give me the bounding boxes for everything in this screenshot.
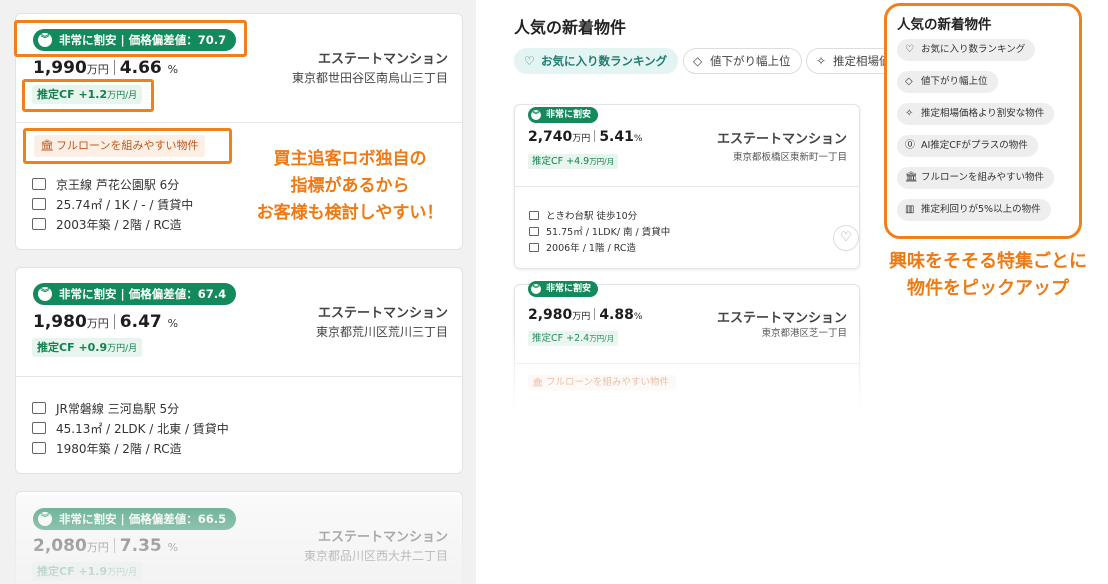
panel-title: 人気の新着物件 bbox=[514, 18, 627, 37]
price-yield: 2,080万円 7.35 % bbox=[33, 536, 179, 556]
price-yield: 2,980万円 4.88% bbox=[528, 307, 643, 323]
price-yield: 2,740万円 5.41% bbox=[528, 129, 643, 145]
building-icon bbox=[529, 243, 539, 252]
station-info: 京王線 芦花公園駅 6分 bbox=[32, 176, 179, 194]
estimated-cf: 推定CF +4.9万円/月 bbox=[528, 154, 619, 169]
tag-icon: ◇ bbox=[693, 54, 703, 68]
annotation-left: 買主追客ロボ独自の 指標があるから お客様も検討しやすい！ bbox=[256, 149, 444, 223]
building-info: 2006年 / 1階 / RC造 bbox=[529, 242, 636, 256]
heart-icon: ♡ bbox=[524, 54, 535, 68]
highlight-badge bbox=[14, 20, 247, 57]
discount-badge: ︾ 非常に割安 bbox=[528, 107, 599, 123]
price-deviation-badge: ︾ 非常に割安 | 価格偏差値：66.5 bbox=[33, 508, 237, 530]
train-icon bbox=[529, 211, 539, 220]
property-card[interactable]: ︾ 非常に割安 | 価格偏差値：67.4 1,980万円 6.47 % 推定CF … bbox=[15, 267, 463, 474]
floorplan-icon bbox=[529, 227, 539, 236]
property-card[interactable]: ︾ 非常に割安 2,980万円 4.88% 推定CF +2.4万円/月 エステートマ… bbox=[514, 281, 860, 424]
highlight-cf bbox=[22, 79, 154, 112]
highlight-loan bbox=[23, 128, 232, 164]
favorite-button[interactable]: ♡ bbox=[833, 225, 859, 251]
chevrons-down-icon: ︾ bbox=[38, 512, 52, 526]
property-name: エステートマンション bbox=[716, 311, 847, 326]
estimated-cf: 推定CF +0.9万円/月 bbox=[32, 338, 143, 357]
property-address: 東京都荒川区荒川三丁目 bbox=[315, 325, 448, 339]
layout-info: 51.75㎡ / 1LDK/ 南 / 賃貸中 bbox=[529, 226, 670, 240]
discount-badge: ︾ 非常に割安 bbox=[528, 281, 599, 297]
building-icon bbox=[32, 218, 46, 230]
property-name: エステートマンション bbox=[317, 52, 448, 67]
property-card[interactable]: ︾ 非常に割安 2,740万円 5.41% 推定CF +4.9万円/月 エステートマ… bbox=[514, 104, 860, 269]
property-name: エステートマンション bbox=[317, 530, 448, 545]
train-icon bbox=[32, 402, 46, 414]
property-name: エステートマンション bbox=[317, 306, 448, 321]
property-address: 東京都港区芝一丁目 bbox=[761, 328, 847, 339]
price-yield: 1,980万円 6.47 % bbox=[33, 312, 179, 332]
station-info: JR常磐線 三河島駅 5分 bbox=[32, 400, 179, 418]
chevrons-down-icon: ︾ bbox=[38, 287, 52, 301]
chip-price-drop[interactable]: ◇ 値下がり幅上位 bbox=[683, 48, 802, 74]
property-address: 東京都品川区西大井二丁目 bbox=[303, 549, 448, 563]
property-address: 東京都板橋区東新町一丁目 bbox=[732, 152, 847, 163]
property-card[interactable]: ︾ 非常に割安 | 価格偏差値：66.5 2,080万円 7.35 % 推定CF … bbox=[15, 491, 463, 584]
bank-icon: 🏛 bbox=[532, 378, 544, 388]
building-info: 2003年築 / 2階 / RC造 bbox=[32, 216, 182, 234]
building-info: 1980年築 / 2階 / RC造 bbox=[32, 440, 182, 458]
floorplan-icon bbox=[32, 422, 46, 434]
building-icon bbox=[32, 442, 46, 454]
chevrons-down-icon: ︾ bbox=[531, 110, 541, 120]
property-address: 東京都世田谷区南烏山三丁目 bbox=[291, 71, 448, 85]
floorplan-icon bbox=[32, 198, 46, 210]
estimated-cf: 推定CF +2.4万円/月 bbox=[528, 331, 619, 346]
highlight-collections bbox=[884, 3, 1082, 239]
price-deviation-badge: ︾ 非常に割安 | 価格偏差値：67.4 bbox=[33, 283, 237, 305]
chip-favorites-ranking[interactable]: ♡ お気に入り数ランキング bbox=[514, 48, 679, 74]
layout-info: 25.74㎡ / 1K / - / 賃貸中 bbox=[32, 196, 193, 214]
estimated-cf: 推定CF +1.9万円/月 bbox=[32, 562, 143, 581]
property-name: エステートマンション bbox=[716, 132, 847, 147]
price-yield: 1,990万円 4.66 % bbox=[33, 58, 179, 78]
sparkle-icon: ✧ bbox=[816, 54, 827, 68]
station-info: ときわ台駅 徒歩10分 bbox=[529, 210, 637, 224]
train-icon bbox=[32, 178, 46, 190]
chip-market-price[interactable]: ✧ 推定相場価 bbox=[806, 48, 886, 74]
chevrons-down-icon: ︾ bbox=[531, 284, 541, 294]
annotation-right: 興味をそそる特集ごとに 物件をピックアップ bbox=[889, 251, 1087, 299]
full-loan-tag: 🏛 フルローンを組みやすい物件 bbox=[528, 375, 677, 391]
heart-icon: ♡ bbox=[840, 230, 852, 245]
layout-info: 45.13㎡ / 2LDK / 北東 / 賃貸中 bbox=[32, 420, 229, 438]
